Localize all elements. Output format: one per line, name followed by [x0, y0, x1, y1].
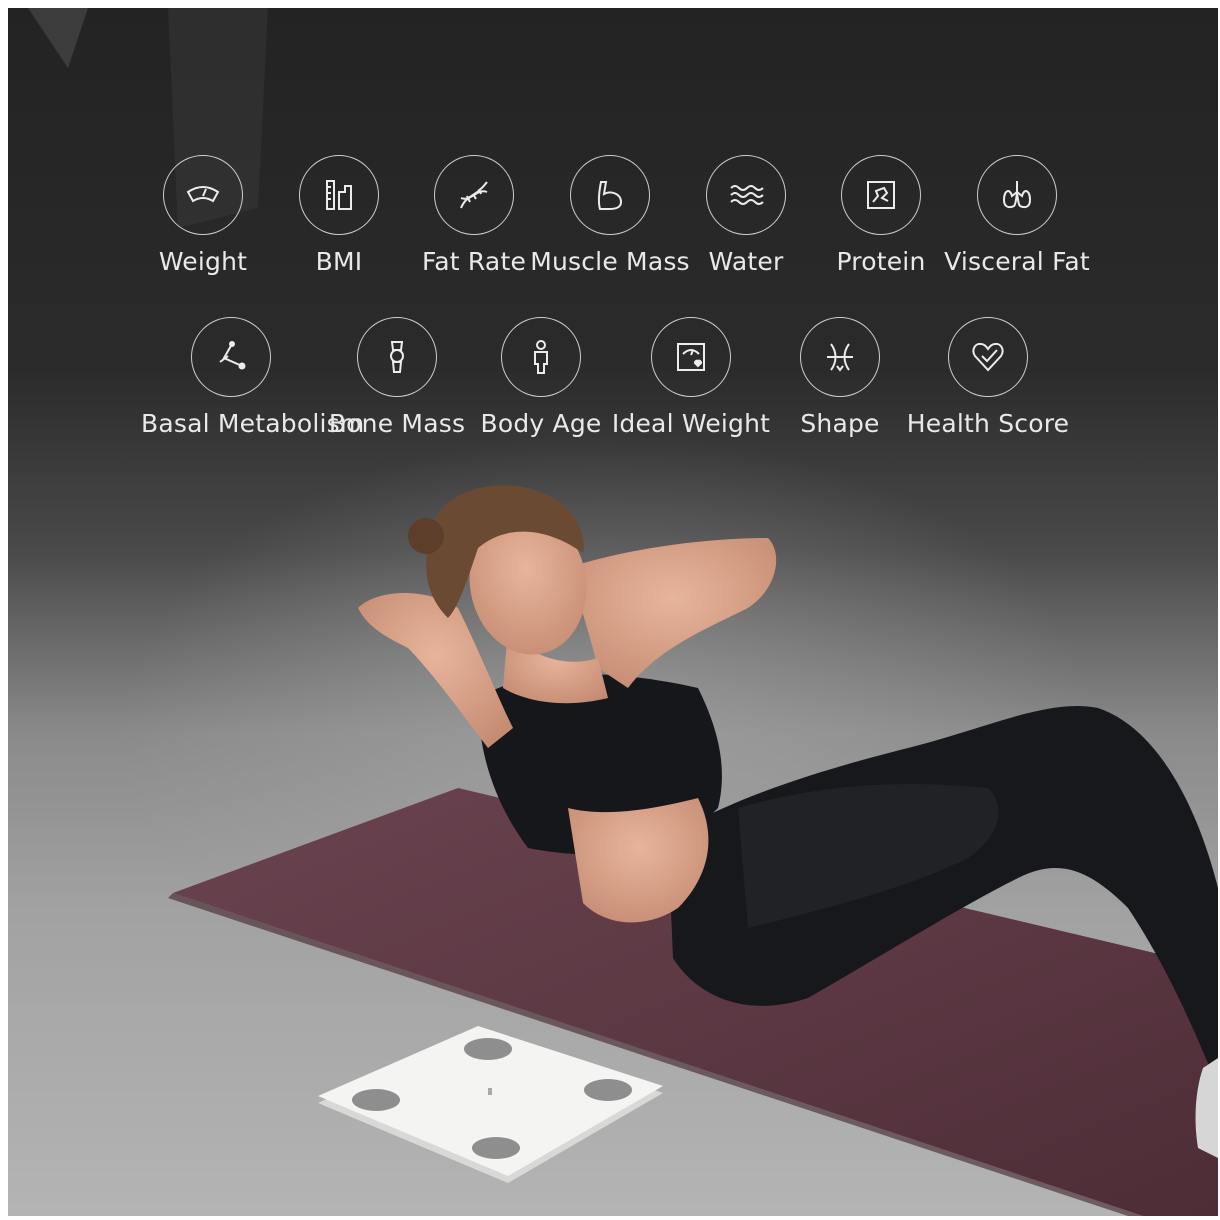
scale-electrode-pad — [584, 1079, 632, 1101]
scale-logo — [488, 1088, 492, 1095]
flexed-arm-icon — [570, 155, 650, 235]
bmi-ruler-icon — [299, 155, 379, 235]
protein-icon — [841, 155, 921, 235]
water-waves-icon — [706, 155, 786, 235]
lungs-icon — [977, 155, 1057, 235]
metric-label: Health Score — [906, 409, 1070, 438]
hair-bun — [408, 518, 444, 554]
ideal-weight-icon — [651, 317, 731, 397]
metric-label: Visceral Fat — [944, 247, 1090, 276]
metric-basal-metabolism: Basal Metabolism — [141, 317, 365, 438]
person-icon — [501, 317, 581, 397]
metric-visceral-fat: Visceral Fat — [927, 155, 1107, 276]
dna-icon — [434, 155, 514, 235]
scale-electrode-pad — [464, 1038, 512, 1060]
metabolism-icon — [191, 317, 271, 397]
metric-health-score: Health Score — [898, 317, 1078, 438]
scale-electrode-pad — [352, 1089, 400, 1111]
scale-electrode-pad — [472, 1137, 520, 1159]
wall-light-streak — [28, 8, 88, 68]
heart-check-icon — [948, 317, 1028, 397]
body-shape-icon — [800, 317, 880, 397]
smart-scale — [318, 1026, 663, 1183]
metric-label: Basal Metabolism — [141, 409, 365, 438]
product-hero-image: Weight BMI Fat Rate Muscle Mass Water Pr… — [8, 8, 1218, 1216]
scale-dial-icon — [163, 155, 243, 235]
bone-icon — [357, 317, 437, 397]
